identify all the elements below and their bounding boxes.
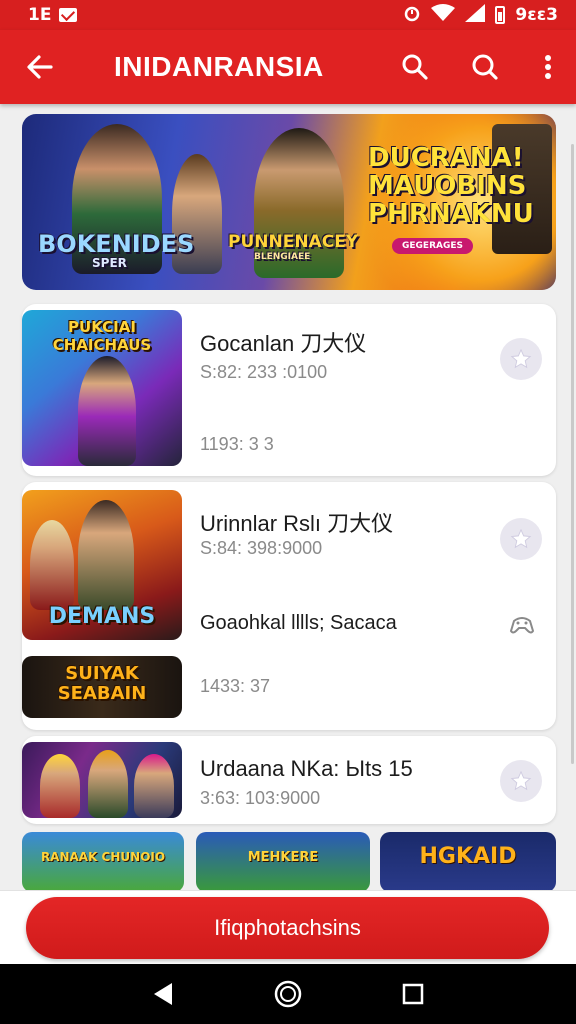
game-thumbnail[interactable]: PUKCIAI CHAICHAUS [22, 310, 182, 466]
bottom-action-area: Ifiqphotachsins [0, 890, 576, 964]
status-left-text: 1E [28, 5, 52, 25]
scrollbar[interactable] [571, 144, 574, 764]
nav-back-button[interactable] [133, 964, 193, 1024]
app-title: INIDANRANSIA [114, 51, 324, 82]
thumbnail-figure [78, 356, 136, 466]
star-icon [510, 770, 532, 791]
item-meta: 3:63: 103:9000 [200, 788, 321, 808]
thumbnail-figure [40, 754, 80, 818]
status-bar: 1E 9ɛɛ3 [0, 0, 576, 30]
item-meta: S:84: 398:9000 [200, 538, 323, 558]
item-meta-secondary: 1193: 3 3 [200, 434, 274, 454]
list-item[interactable]: Urdaana NKa: Ыts 15 3:63: 103:9000 [22, 736, 556, 824]
search-button-2[interactable] [450, 30, 520, 104]
featured-banner[interactable]: BOKENIDES SPER PUNNENACEY BLENGIAEE DUCR… [22, 114, 556, 290]
item-subtitle: Goaohkal lllls; Sacaca [200, 612, 397, 634]
back-triangle-icon [153, 983, 172, 1005]
alarm-icon [403, 4, 421, 27]
thumbnail-figure-3 [134, 754, 174, 818]
mail-icon [59, 8, 78, 22]
status-right: 9ɛɛ3 [403, 3, 558, 27]
search-button[interactable] [380, 30, 450, 104]
banner-center-title: PUNNENACEY [228, 232, 359, 252]
primary-action-button[interactable]: Ifiqphotachsins [26, 897, 549, 959]
banner-right-badge: GEGERAGES [392, 238, 473, 254]
mini-thumbnail-label: MEHKERE [247, 850, 319, 865]
main-content[interactable]: BOKENIDES SPER PUNNENACEY BLENGIAEE DUCR… [0, 104, 576, 890]
status-right-text: 9ɛɛ3 [515, 5, 558, 25]
thumbnail-figure [78, 500, 134, 610]
mini-thumbnail-label: RANAAK CHUNOIO [40, 850, 166, 864]
mini-thumbnail[interactable]: RANAAK CHUNOIO [22, 832, 184, 890]
more-vert-icon [545, 55, 551, 79]
app-bar: INIDANRANSIA [0, 30, 576, 104]
item-title: Urdaana NKa: Ыts 15 [200, 756, 413, 781]
recents-square-icon [403, 983, 424, 1005]
system-nav-bar [0, 964, 576, 1024]
thumbnail-label: PUKCIAI CHAICHAUS [52, 318, 152, 354]
item-meta-secondary: 1433: 37 [200, 676, 271, 696]
more-options-button[interactable] [520, 30, 576, 104]
home-circle-icon [274, 980, 302, 1008]
back-button[interactable] [0, 30, 80, 104]
star-icon [510, 528, 532, 549]
list-item[interactable]: DEMANS Urinnlar Rslı 刀大仪 S:84: 398:9000 … [22, 482, 556, 730]
wifi-icon [431, 3, 456, 27]
mini-thumbnail[interactable]: HGKAID [380, 832, 556, 890]
game-thumbnail[interactable]: DEMANS [22, 490, 182, 640]
thumbnail-figure-2 [88, 750, 128, 818]
favorite-button[interactable] [500, 518, 542, 560]
signal-icon [465, 3, 486, 27]
item-title: Gocanlan 刀大仪 [200, 331, 367, 356]
nav-recents-button[interactable] [383, 964, 443, 1024]
thumbnail-row: RANAAK CHUNOIO MEHKERE HGKAID [22, 832, 556, 890]
star-icon [510, 348, 532, 369]
thumbnail-label: DEMANS [48, 604, 156, 629]
banner-left-title: BOKENIDES [38, 230, 195, 258]
status-left: 1E [28, 5, 78, 25]
nav-home-button[interactable] [258, 964, 318, 1024]
banner-right-title: DUCRANA! MAUOBINS PHRNAKNU [368, 143, 534, 229]
search-icon [472, 54, 498, 80]
search-icon [402, 54, 428, 80]
favorite-button[interactable] [500, 338, 542, 380]
thumbnail-label: SUIYAK SEABAIN [57, 663, 147, 704]
favorite-button[interactable] [500, 760, 542, 802]
back-arrow-icon [27, 55, 53, 79]
mini-thumbnail-label: HGKAID [419, 844, 517, 869]
battery-icon [495, 6, 506, 24]
game-thumbnail-secondary[interactable]: SUIYAK SEABAIN [22, 656, 182, 718]
item-meta: S:82: 233 :0100 [200, 362, 328, 382]
controller-icon[interactable] [508, 610, 536, 638]
banner-left-subtitle: SPER [92, 256, 127, 270]
game-thumbnail[interactable] [22, 742, 182, 818]
banner-center-subtitle: BLENGIAEE [254, 252, 311, 262]
item-title: Urinnlar Rslı 刀大仪 [200, 511, 394, 536]
mini-thumbnail[interactable]: MEHKERE [196, 832, 370, 890]
thumbnail-figure-2 [30, 520, 74, 610]
list-item[interactable]: PUKCIAI CHAICHAUS Gocanlan 刀大仪 S:82: 233… [22, 304, 556, 476]
